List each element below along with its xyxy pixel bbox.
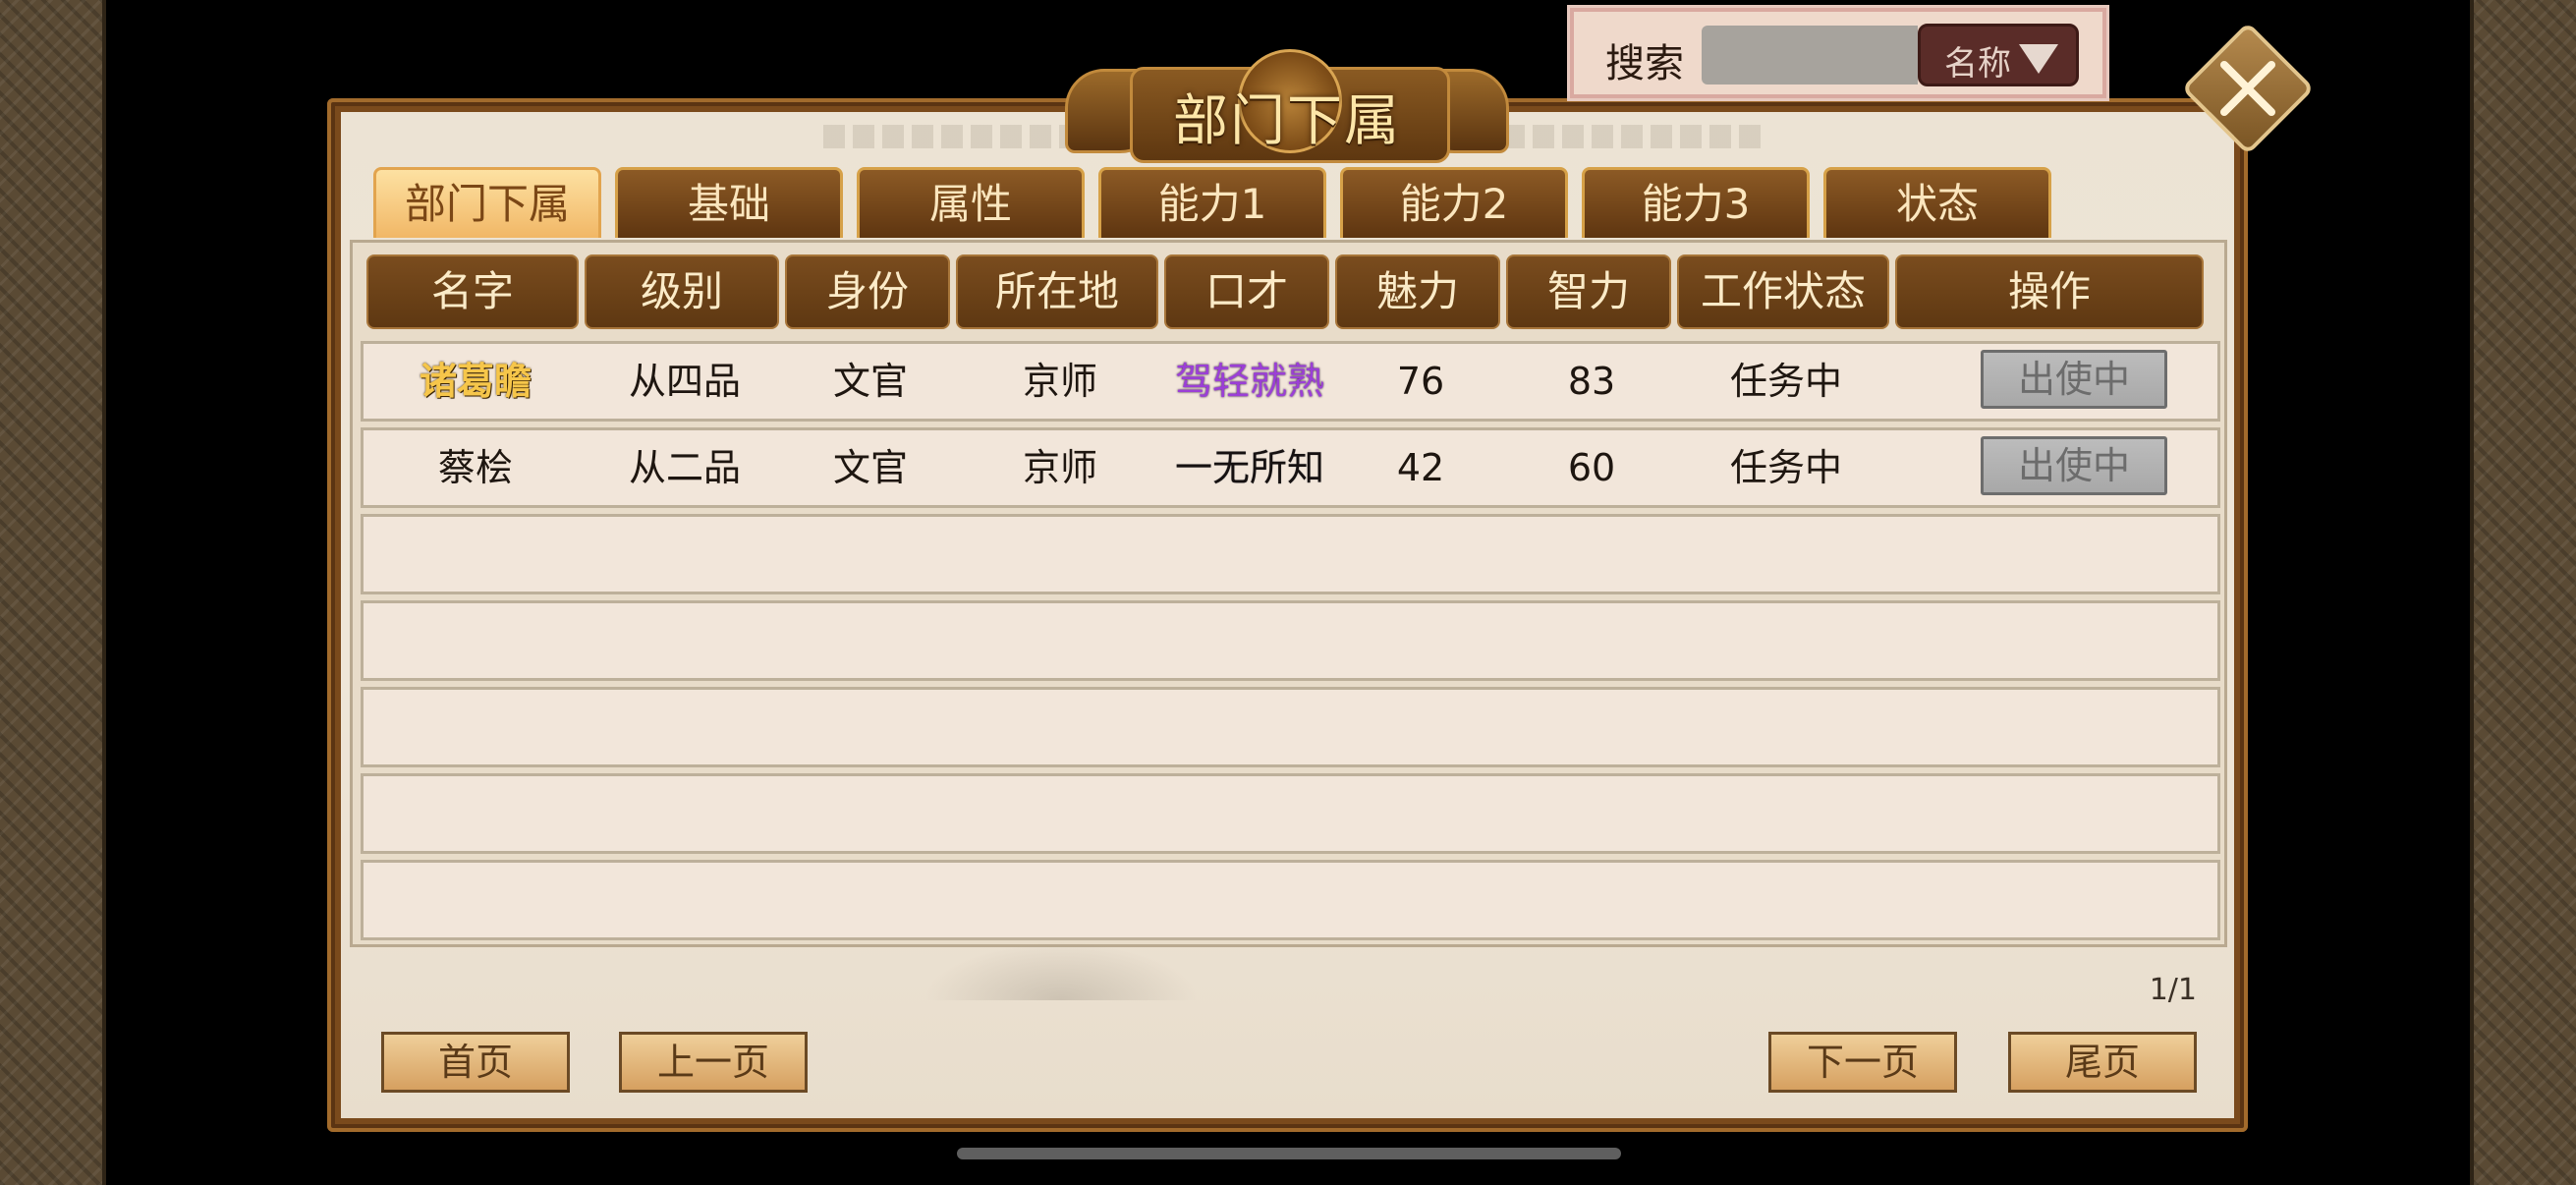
cell-location: 京师 (1022, 446, 1097, 489)
empty-table-row (361, 860, 2220, 940)
left-border-pattern (0, 0, 106, 1185)
subordinates-table: 名字 级别 身份 所在地 口才 魅力 智力 工作状态 操作 诸葛瞻 从四品 文官… (350, 240, 2227, 947)
cell-identity: 文官 (832, 360, 908, 403)
page-indicator: 1/1 (2149, 973, 2197, 1007)
cell-charm: 76 (1396, 360, 1445, 403)
cell-charm: 42 (1396, 446, 1445, 489)
cell-work-status: 任务中 (1729, 360, 1842, 403)
tab-ability-3[interactable]: 能力3 (1582, 167, 1810, 238)
empty-table-row (361, 773, 2220, 854)
cell-location: 京师 (1022, 360, 1097, 403)
column-header-rank: 级别 (585, 254, 779, 329)
empty-table-row (361, 514, 2220, 594)
empty-table-row (361, 687, 2220, 767)
cell-name: 蔡桧 (437, 446, 513, 489)
tab-ability-2[interactable]: 能力2 (1340, 167, 1568, 238)
cell-identity: 文官 (832, 446, 908, 489)
column-header-intelligence: 智力 (1506, 254, 1671, 329)
envoy-action-button[interactable]: 出使中 (1981, 436, 2167, 495)
column-header-identity: 身份 (785, 254, 950, 329)
cell-eloquence: 一无所知 (1174, 446, 1324, 489)
column-header-action: 操作 (1895, 254, 2204, 329)
next-page-button[interactable]: 下一页 (1768, 1032, 1957, 1093)
title-plaque: 部门下属 (1061, 49, 1513, 167)
cell-rank: 从二品 (628, 446, 741, 489)
decorative-meander-right (1474, 125, 1768, 148)
column-header-charm: 魅力 (1335, 254, 1500, 329)
tab-department-subordinates[interactable]: 部门下属 (373, 167, 601, 238)
envoy-action-button[interactable]: 出使中 (1981, 350, 2167, 409)
cell-intelligence: 60 (1567, 446, 1616, 489)
table-row[interactable]: 蔡桧 从二品 文官 京师 一无所知 42 60 任务中 出使中 (361, 427, 2220, 508)
search-filter-label: 名称 (1944, 44, 2011, 84)
table-row[interactable]: 诸葛瞻 从四品 文官 京师 驾轻就熟 76 83 任务中 出使中 (361, 341, 2220, 422)
empty-table-row (361, 600, 2220, 681)
triangle-down-icon (2019, 44, 2058, 74)
column-header-eloquence: 口才 (1164, 254, 1329, 329)
search-filter-dropdown[interactable]: 名称 (1918, 24, 2079, 86)
home-indicator[interactable] (957, 1148, 1621, 1159)
cell-eloquence: 驾轻就熟 (1174, 360, 1324, 403)
tab-basic[interactable]: 基础 (615, 167, 843, 238)
column-header-location: 所在地 (956, 254, 1158, 329)
cell-rank: 从四品 (628, 360, 741, 403)
column-header-work-status: 工作状态 (1677, 254, 1889, 329)
column-header-name: 名字 (366, 254, 579, 329)
search-input[interactable] (1702, 26, 1918, 85)
last-page-button[interactable]: 尾页 (2008, 1032, 2197, 1093)
search-bar: 搜索 名称 (1567, 5, 2109, 101)
cell-intelligence: 83 (1567, 360, 1616, 403)
mountain-watermark (924, 941, 1199, 1000)
tab-ability-1[interactable]: 能力1 (1098, 167, 1326, 238)
tab-attributes[interactable]: 属性 (857, 167, 1085, 238)
cell-name: 诸葛瞻 (419, 360, 532, 403)
right-border-pattern (2470, 0, 2576, 1185)
cell-work-status: 任务中 (1729, 446, 1842, 489)
search-label: 搜索 (1605, 41, 1684, 86)
tab-status[interactable]: 状态 (1823, 167, 2051, 238)
prev-page-button[interactable]: 上一页 (619, 1032, 808, 1093)
first-page-button[interactable]: 首页 (381, 1032, 570, 1093)
page-title: 部门下属 (1173, 89, 1401, 153)
